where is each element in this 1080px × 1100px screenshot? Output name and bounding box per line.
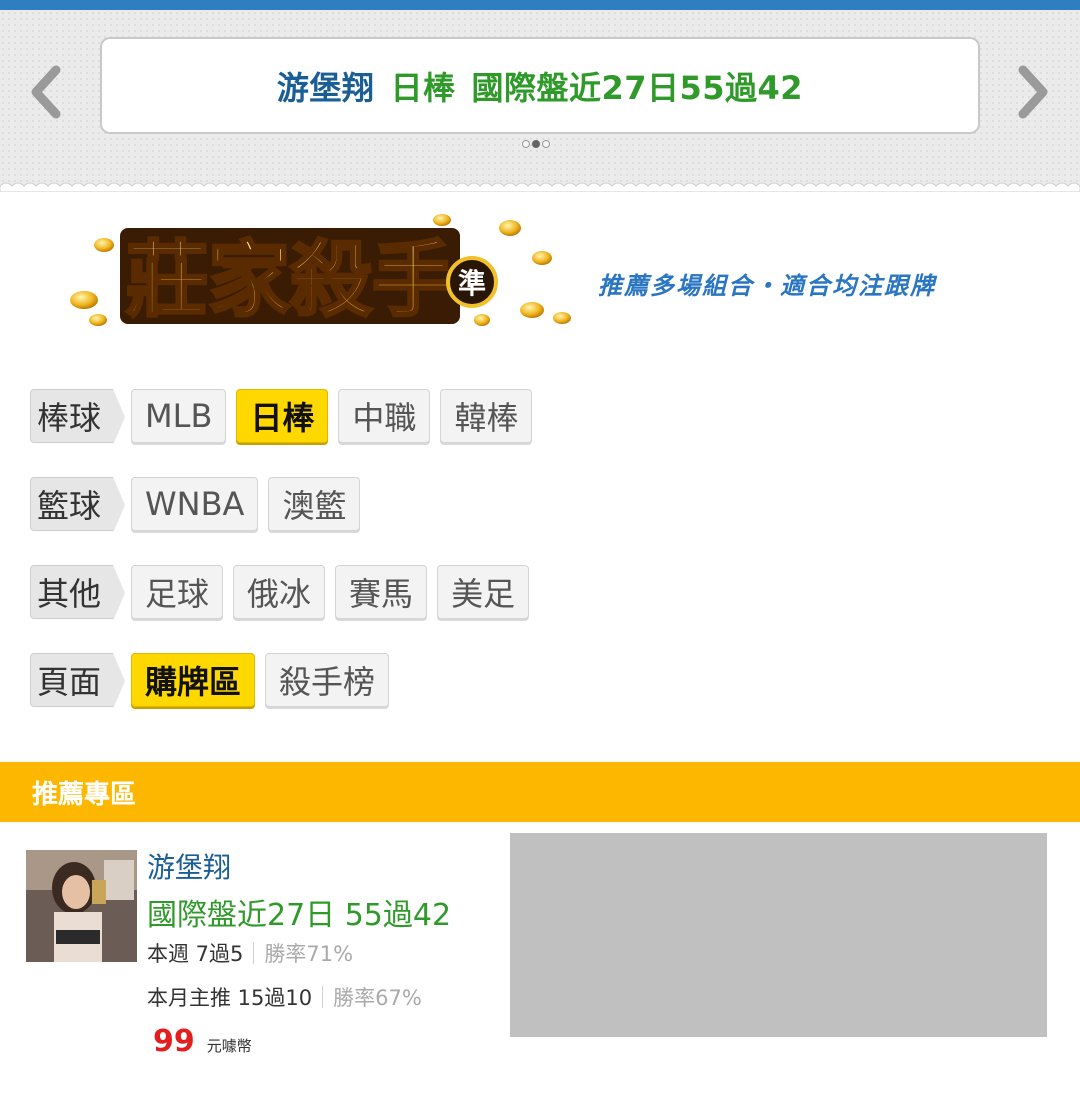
filter-category-label: 頁面 (30, 653, 126, 709)
top-strip (0, 0, 1080, 10)
weekly-stats-label: 本週 7過5 (147, 942, 244, 966)
filter-chip[interactable]: MLB (131, 389, 227, 443)
price-unit: 元噱幣 (206, 1037, 252, 1055)
next-arrow-button[interactable] (1013, 62, 1053, 122)
pagination-dot[interactable] (542, 140, 550, 148)
filter-chip[interactable]: 殺手榜 (265, 653, 390, 707)
chevron-left-icon (31, 65, 61, 119)
weekly-win-rate: 勝率71% (264, 942, 354, 966)
divider (322, 986, 324, 1008)
monthly-win-rate: 勝率67% (333, 986, 422, 1010)
tipster-name[interactable]: 游堡翔 (147, 846, 231, 886)
ticker-record: 國際盤近27日55過42 (471, 68, 804, 107)
filter-chip[interactable]: 美足 (437, 565, 530, 619)
pagination-dot[interactable] (532, 140, 540, 148)
price-value: 99 (153, 1024, 195, 1059)
ad-placeholder[interactable] (510, 833, 1047, 1037)
logo-text: 莊家殺手 (126, 233, 454, 328)
prev-arrow-button[interactable] (26, 62, 66, 122)
filter-chip[interactable]: 足球 (131, 565, 224, 619)
chevron-right-icon (1018, 65, 1048, 119)
filter-row: 其他 足球 俄冰 賽馬 美足 (30, 564, 539, 621)
filter-chip[interactable]: 澳籃 (268, 477, 361, 531)
ticker-league: 日棒 (390, 68, 456, 107)
filter-chip[interactable]: 俄冰 (233, 565, 326, 619)
ticker-item[interactable]: 游堡翔 日棒 國際盤近27日55過42 (100, 37, 980, 134)
weekly-stats: 本週 7過5 勝率71% (147, 938, 353, 968)
filter-chip[interactable]: 韓棒 (440, 389, 533, 443)
filter-category-label: 棒球 (30, 389, 126, 445)
wave-divider (0, 182, 1080, 192)
divider (253, 942, 255, 964)
filter-chip[interactable]: WNBA (131, 477, 259, 531)
filter-row: 籃球 WNBA 澳籃 (30, 476, 370, 533)
filter-row: 棒球 MLB 日棒 中職 韓棒 (30, 388, 542, 445)
tipster-record: 國際盤近27日 55過42 (147, 898, 452, 933)
filter-category-label: 其他 (30, 565, 126, 621)
avatar[interactable] (26, 850, 137, 962)
price: 99 元噱幣 (153, 1024, 252, 1059)
filter-chip[interactable]: 購牌區 (131, 653, 256, 707)
filter-chip[interactable]: 日棒 (236, 389, 329, 443)
logo-badge: 準 (458, 267, 486, 300)
slogan-text: 推薦多場組合・適合均注跟牌 (598, 272, 936, 300)
section-title: 推薦專區 (32, 779, 137, 810)
pagination-dot[interactable] (522, 140, 530, 148)
filter-chip[interactable]: 賽馬 (335, 565, 428, 619)
monthly-stats: 本月主推 15過10 勝率67% (147, 982, 422, 1012)
filter-row: 頁面 購牌區 殺手榜 (30, 652, 399, 709)
ticker-tipster-name: 游堡翔 (276, 68, 375, 107)
filter-category-label: 籃球 (30, 477, 126, 533)
filter-chip[interactable]: 中職 (338, 389, 431, 443)
carousel-pagination (522, 140, 550, 148)
section-header: 推薦專區 (0, 762, 1080, 822)
brand-logo: 莊家殺手 準 (62, 200, 582, 350)
tipster-card[interactable]: 游堡翔 國際盤近27日 55過42 本週 7過5 勝率71% 本月主推 15過1… (26, 846, 506, 1076)
monthly-stats-label: 本月主推 15過10 (147, 986, 313, 1010)
ticker-carousel: 游堡翔 日棒 國際盤近27日55過42 (0, 10, 1080, 192)
